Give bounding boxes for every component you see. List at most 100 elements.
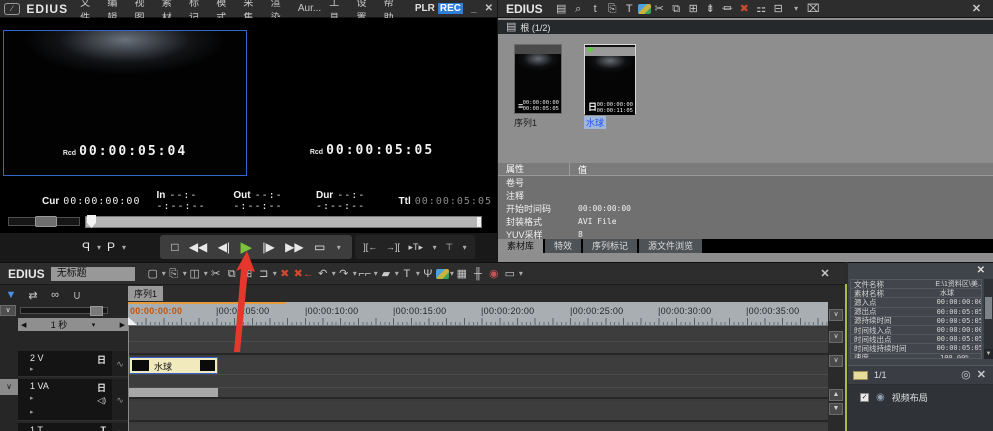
export-icon[interactable]: ⎘: [604, 2, 621, 16]
redo-icon[interactable]: ↷: [336, 267, 352, 281]
scroll-up-button[interactable]: ▲: [829, 389, 843, 401]
scroll-button[interactable]: ∨: [829, 331, 843, 343]
minimize-button[interactable]: _: [467, 3, 481, 14]
timeline-clip[interactable]: 水球: [129, 357, 218, 374]
ripple-mode-icon[interactable]: ⇄: [22, 289, 44, 302]
video-mute-icon[interactable]: 日: [97, 381, 106, 394]
audio-mixer-icon[interactable]: ╫: [470, 267, 486, 281]
info-close-button[interactable]: ✕: [977, 265, 985, 276]
track-expand-icon[interactable]: ▸: [30, 394, 34, 402]
dropdown-icon[interactable]: ▾: [519, 269, 523, 278]
track-lane-1t[interactable]: [128, 401, 828, 422]
info-scrollbar-handle[interactable]: [985, 297, 992, 319]
capture-icon[interactable]: t: [587, 2, 604, 16]
set-between-in-out-icon[interactable]: [436, 269, 449, 279]
player-viewport[interactable]: Rcd00:00:05:04: [3, 30, 247, 176]
view-grid-icon[interactable]: ⊟: [770, 2, 787, 16]
attribute-column-header[interactable]: 属性: [498, 163, 570, 176]
rec-mode-badge[interactable]: REC: [438, 3, 463, 14]
sequence-tab-label[interactable]: 序列1: [128, 286, 163, 301]
clip-name-label-selected[interactable]: 水球: [584, 116, 606, 129]
set-in-marker-icon[interactable]: P: [82, 240, 90, 254]
stop-button[interactable]: □: [171, 240, 178, 254]
transition-icon[interactable]: ▰: [378, 267, 394, 281]
match-frame-dropdown-icon[interactable]: ▾: [463, 243, 467, 252]
pan-curve-icon[interactable]: ∿: [112, 423, 128, 431]
menu-item-aur[interactable]: Aur...: [294, 3, 325, 14]
pin-icon[interactable]: ⇟: [702, 2, 719, 16]
copy-icon[interactable]: ⧉: [224, 267, 240, 281]
track-header-2v[interactable]: 2 V 日 ▸: [18, 351, 112, 377]
play-around-cursor-icon[interactable]: ▸T▸: [408, 242, 423, 253]
pan-curve-icon[interactable]: ∿: [112, 379, 128, 421]
track-header-1t[interactable]: 1 T T: [18, 423, 112, 431]
search-icon[interactable]: ⌕: [570, 2, 587, 16]
track-lane-1va[interactable]: [128, 357, 828, 399]
scale-step-right-icon[interactable]: ▶: [120, 321, 125, 329]
next-frame-button[interactable]: |▶: [262, 240, 274, 254]
plr-mode-badge[interactable]: PLR: [415, 3, 435, 14]
rewind-button[interactable]: ◀◀: [189, 240, 207, 254]
effect-list-item[interactable]: ✓ ◉ 视频布局: [848, 385, 993, 404]
tab-sequence-markers[interactable]: 序列标记: [583, 239, 637, 253]
timeline-tracks-area[interactable]: 水球: [128, 326, 828, 431]
camera-setup-icon[interactable]: ◎: [961, 368, 971, 382]
previous-frame-button[interactable]: ◀|: [218, 240, 230, 254]
sequence-tab[interactable]: 序列1: [128, 286, 163, 301]
timeline-close-button[interactable]: ✕: [817, 267, 833, 281]
timeline-ruler[interactable]: 00:00:00:00 |00:00:05:00 |00:00:10:00 |0…: [128, 302, 828, 326]
bin-clip-card[interactable]: ≡ 00:00:00:00 00:00:05:05 序列1: [514, 44, 562, 128]
duplicate-icon[interactable]: ⊞: [685, 2, 702, 16]
out-marker-dropdown-icon[interactable]: ▾: [122, 243, 126, 252]
position-marker[interactable]: [87, 215, 96, 228]
in-marker-dropdown-icon[interactable]: ▾: [97, 243, 101, 252]
shuttle-slider[interactable]: [8, 217, 80, 226]
track-expand-icon[interactable]: ▸: [30, 365, 34, 373]
value-column-header[interactable]: 值: [570, 163, 587, 176]
timeline-scale-selector[interactable]: ◀ 1 秒 ▾ ▶: [18, 318, 128, 331]
scroll-button[interactable]: ∨: [829, 309, 843, 321]
toggle-grid-icon[interactable]: ▦: [454, 267, 470, 281]
clip-audio-bar[interactable]: [129, 388, 218, 397]
clip-name-label[interactable]: 序列1: [514, 116, 562, 129]
title-icon[interactable]: T: [621, 2, 638, 16]
loop-dropdown-icon[interactable]: ▾: [337, 243, 341, 252]
loop-button[interactable]: ▭: [314, 240, 325, 254]
tab-source-browser[interactable]: 源文件浏览: [639, 239, 702, 253]
info-scrollbar[interactable]: ▼: [984, 279, 993, 359]
video-mute-icon[interactable]: 日: [97, 353, 106, 366]
clip-color-icon[interactable]: [638, 4, 651, 14]
playhead-marker[interactable]: [128, 317, 137, 325]
effect-name-label[interactable]: 视频布局: [892, 391, 928, 404]
properties-header-row[interactable]: 属性 值: [498, 163, 993, 176]
paste-icon[interactable]: ⊞: [240, 267, 256, 281]
track-filter-icon[interactable]: ▼: [0, 289, 22, 301]
track-lane-2v[interactable]: [128, 328, 828, 355]
panel-layout-icon[interactable]: ▭: [502, 267, 518, 281]
add-cut-point-icon[interactable]: ⌐⌐: [357, 267, 373, 281]
snap-magnet-icon[interactable]: ⊃: [71, 284, 84, 306]
pan-curve-icon[interactable]: ∿: [112, 351, 128, 377]
title-track-icon[interactable]: T: [101, 425, 107, 431]
tab-effects[interactable]: 特效: [545, 239, 581, 253]
cut-icon[interactable]: ✂: [208, 267, 224, 281]
zoom-preset-button[interactable]: ∨: [0, 305, 16, 316]
playhead-line[interactable]: [128, 326, 129, 431]
go-to-out-icon[interactable]: →][: [386, 242, 400, 252]
save-project-icon[interactable]: ◫: [187, 267, 203, 281]
set-out-marker-icon[interactable]: P: [107, 240, 115, 254]
cut-icon[interactable]: ✂: [651, 2, 668, 16]
delete-icon[interactable]: ✖: [277, 267, 293, 281]
tab-bin[interactable]: 素材库: [498, 239, 543, 253]
info-scroll-down-button[interactable]: ▼: [984, 349, 993, 359]
play-around-dropdown-icon[interactable]: ▾: [433, 243, 437, 252]
fast-forward-button[interactable]: ▶▶: [285, 240, 303, 254]
undo-icon[interactable]: ↶: [315, 267, 331, 281]
copy-icon[interactable]: ⧉: [668, 2, 685, 16]
close-button[interactable]: ✕: [481, 3, 497, 14]
view-dropdown-icon[interactable]: ▾: [788, 2, 805, 16]
go-to-in-icon[interactable]: ][←: [363, 242, 377, 252]
zoom-slider-handle[interactable]: [90, 306, 103, 316]
ripple-delete-icon[interactable]: ✖←: [293, 267, 315, 281]
shuttle-handle[interactable]: [35, 216, 57, 227]
